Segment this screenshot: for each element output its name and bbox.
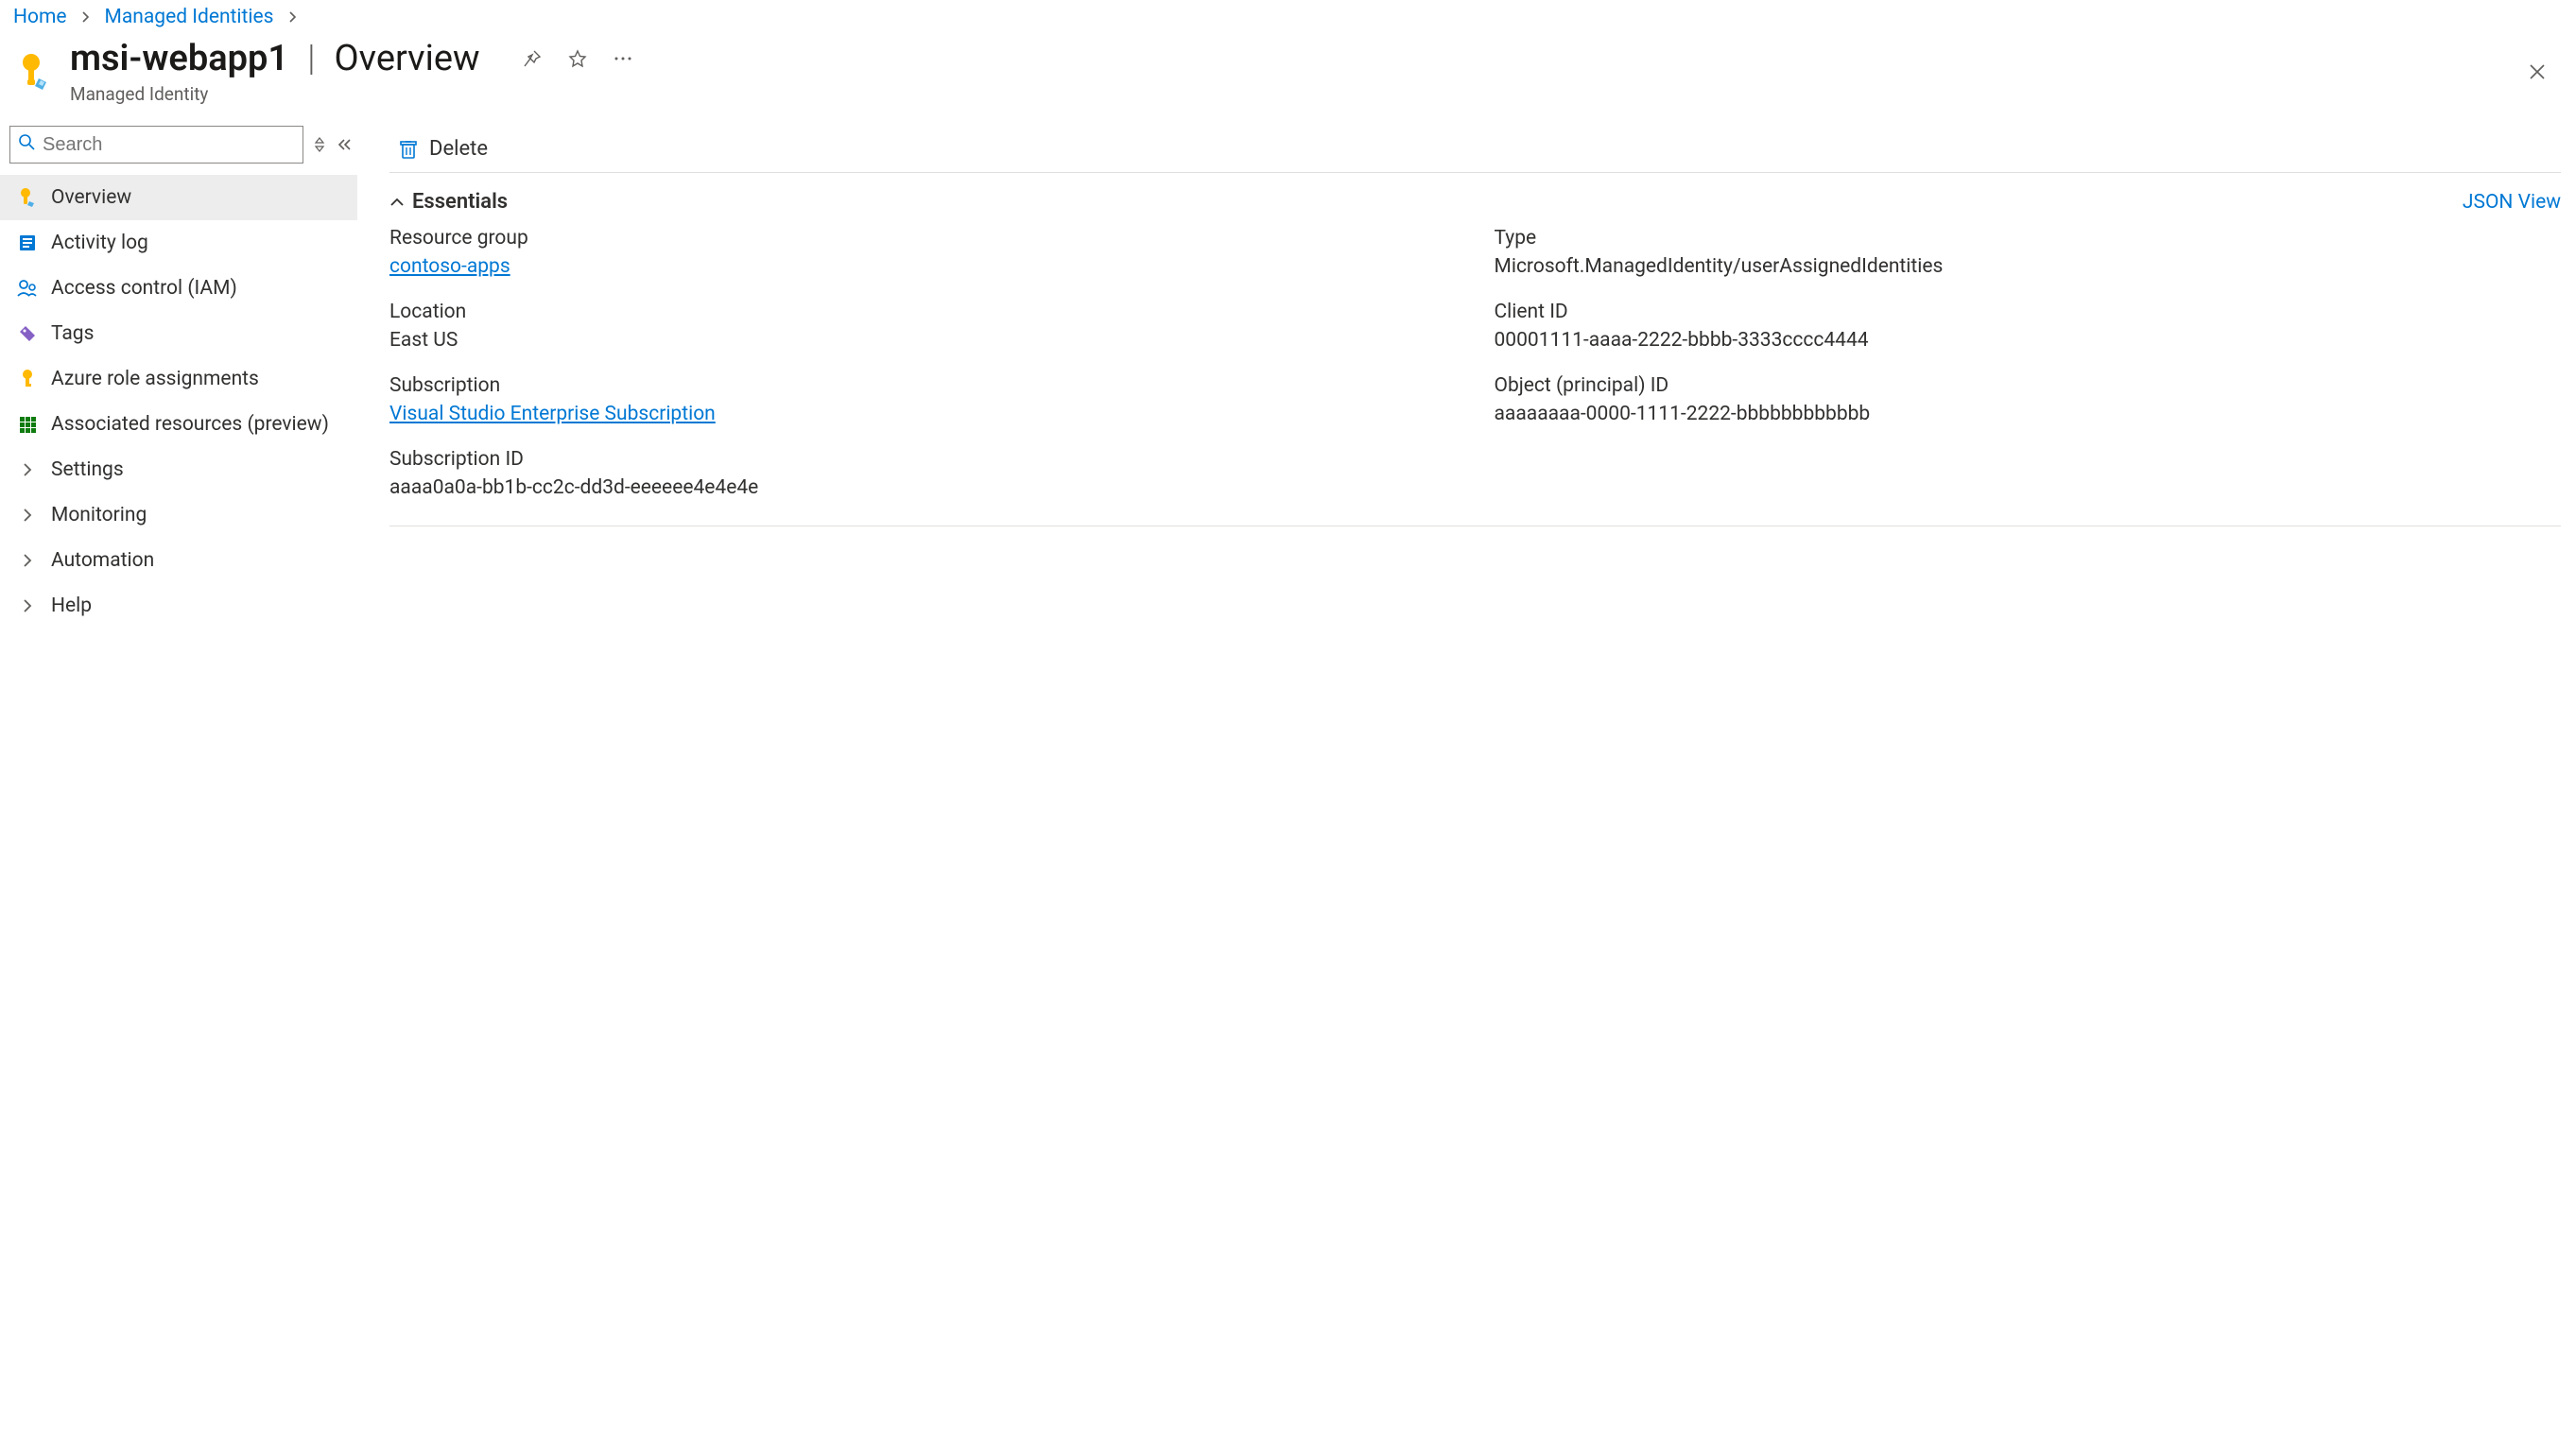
- more-button[interactable]: [607, 43, 639, 75]
- sidebar-item-label: Help: [51, 595, 92, 617]
- essentials-toggle[interactable]: Essentials: [389, 190, 508, 214]
- resource-name: msi-webapp1: [70, 38, 288, 79]
- field-client-id: Client ID 00001111-aaaa-2222-bbbb-3333cc…: [1495, 301, 2562, 352]
- breadcrumb: Home Managed Identities: [0, 0, 2576, 34]
- chevron-up-icon: [389, 190, 405, 214]
- sidebar-item-label: Access control (IAM): [51, 277, 237, 300]
- field-value: East US: [389, 329, 1457, 352]
- field-subscription-id: Subscription ID aaaa0a0a-bb1b-cc2c-dd3d-…: [389, 448, 1457, 499]
- field-resource-group: Resource group contoso-apps: [389, 227, 1457, 278]
- field-label: Location: [389, 301, 1457, 323]
- sidebar-item-associated-resources[interactable]: Associated resources (preview): [0, 402, 357, 447]
- page-title: Overview: [335, 38, 480, 79]
- field-object-id: Object (principal) ID aaaaaaaa-0000-1111…: [1495, 374, 2562, 425]
- favorite-button[interactable]: [562, 43, 594, 75]
- search-input[interactable]: [41, 133, 295, 157]
- essentials-title: Essentials: [412, 190, 508, 214]
- sidebar-item-automation[interactable]: Automation: [0, 538, 357, 583]
- command-bar: Delete: [389, 126, 2561, 173]
- sidebar-item-label: Associated resources (preview): [51, 413, 329, 436]
- field-label: Resource group: [389, 227, 1457, 250]
- chevron-right-icon: [80, 6, 92, 28]
- chevron-right-icon: [17, 459, 38, 480]
- access-control-icon: [17, 278, 38, 299]
- sidebar-item-label: Automation: [51, 549, 154, 572]
- chevron-right-icon: [17, 505, 38, 526]
- field-label: Subscription ID: [389, 448, 1457, 471]
- sidebar-item-label: Activity log: [51, 232, 148, 254]
- delete-button[interactable]: Delete: [389, 131, 497, 166]
- chevron-right-icon: [287, 6, 299, 28]
- tag-icon: [17, 323, 38, 344]
- sidebar-item-overview[interactable]: Overview: [0, 175, 357, 220]
- field-label: Client ID: [1495, 301, 2562, 323]
- page-header: msi-webapp1 | Overview Managed Identity: [0, 34, 2576, 105]
- main-content: Delete Essentials JSON View Resource gro…: [357, 126, 2576, 526]
- sidebar-item-tags[interactable]: Tags: [0, 311, 357, 356]
- delete-label: Delete: [429, 137, 488, 161]
- field-location: Location East US: [389, 301, 1457, 352]
- breadcrumb-home[interactable]: Home: [13, 6, 67, 28]
- sidebar-item-access-control[interactable]: Access control (IAM): [0, 266, 357, 311]
- sidebar-item-role-assignments[interactable]: Azure role assignments: [0, 356, 357, 402]
- sidebar-item-activity-log[interactable]: Activity log: [0, 220, 357, 266]
- delete-icon: [399, 139, 418, 160]
- subscription-link[interactable]: Visual Studio Enterprise Subscription: [389, 403, 1457, 425]
- essentials-grid: Resource group contoso-apps Type Microso…: [389, 227, 2561, 526]
- activity-log-icon: [17, 233, 38, 253]
- sidebar-item-label: Azure role assignments: [51, 368, 259, 390]
- field-subscription: Subscription Visual Studio Enterprise Su…: [389, 374, 1457, 425]
- chevron-right-icon: [17, 550, 38, 571]
- sidebar-item-settings[interactable]: Settings: [0, 447, 357, 492]
- title-separator: |: [302, 38, 320, 79]
- chevron-right-icon: [17, 595, 38, 616]
- key-icon: [17, 187, 38, 208]
- managed-identity-icon: [13, 48, 55, 95]
- json-view-link[interactable]: JSON View: [2463, 191, 2561, 214]
- field-label: Subscription: [389, 374, 1457, 397]
- sidebar-item-help[interactable]: Help: [0, 583, 357, 629]
- sidebar-search[interactable]: [9, 126, 303, 164]
- breadcrumb-managed-identities[interactable]: Managed Identities: [105, 6, 274, 28]
- sidebar-item-label: Tags: [51, 322, 94, 345]
- search-icon: [18, 133, 35, 156]
- sidebar-nav: Overview Activity log Access control (IA…: [0, 175, 357, 629]
- collapse-sidebar-button[interactable]: [336, 131, 353, 158]
- sidebar-item-label: Settings: [51, 458, 124, 481]
- expand-menu-button[interactable]: [313, 131, 326, 158]
- sidebar-item-label: Overview: [51, 186, 131, 209]
- field-label: Type: [1495, 227, 2562, 250]
- key-icon: [17, 369, 38, 389]
- field-value: aaaa0a0a-bb1b-cc2c-dd3d-eeeeee4e4e4e: [389, 476, 1457, 499]
- close-button[interactable]: [2521, 56, 2553, 88]
- field-label: Object (principal) ID: [1495, 374, 2562, 397]
- resource-type-subtitle: Managed Identity: [70, 83, 639, 105]
- field-value: Microsoft.ManagedIdentity/userAssignedId…: [1495, 255, 2562, 278]
- field-value: 00001111-aaaa-2222-bbbb-3333cccc4444: [1495, 329, 2562, 352]
- field-type: Type Microsoft.ManagedIdentity/userAssig…: [1495, 227, 2562, 278]
- resource-group-link[interactable]: contoso-apps: [389, 255, 1457, 278]
- sidebar-item-label: Monitoring: [51, 504, 147, 526]
- field-value: aaaaaaaa-0000-1111-2222-bbbbbbbbbbbb: [1495, 403, 2562, 425]
- sidebar-item-monitoring[interactable]: Monitoring: [0, 492, 357, 538]
- sidebar: Overview Activity log Access control (IA…: [0, 126, 357, 629]
- grid-icon: [17, 414, 38, 435]
- pin-button[interactable]: [516, 43, 548, 75]
